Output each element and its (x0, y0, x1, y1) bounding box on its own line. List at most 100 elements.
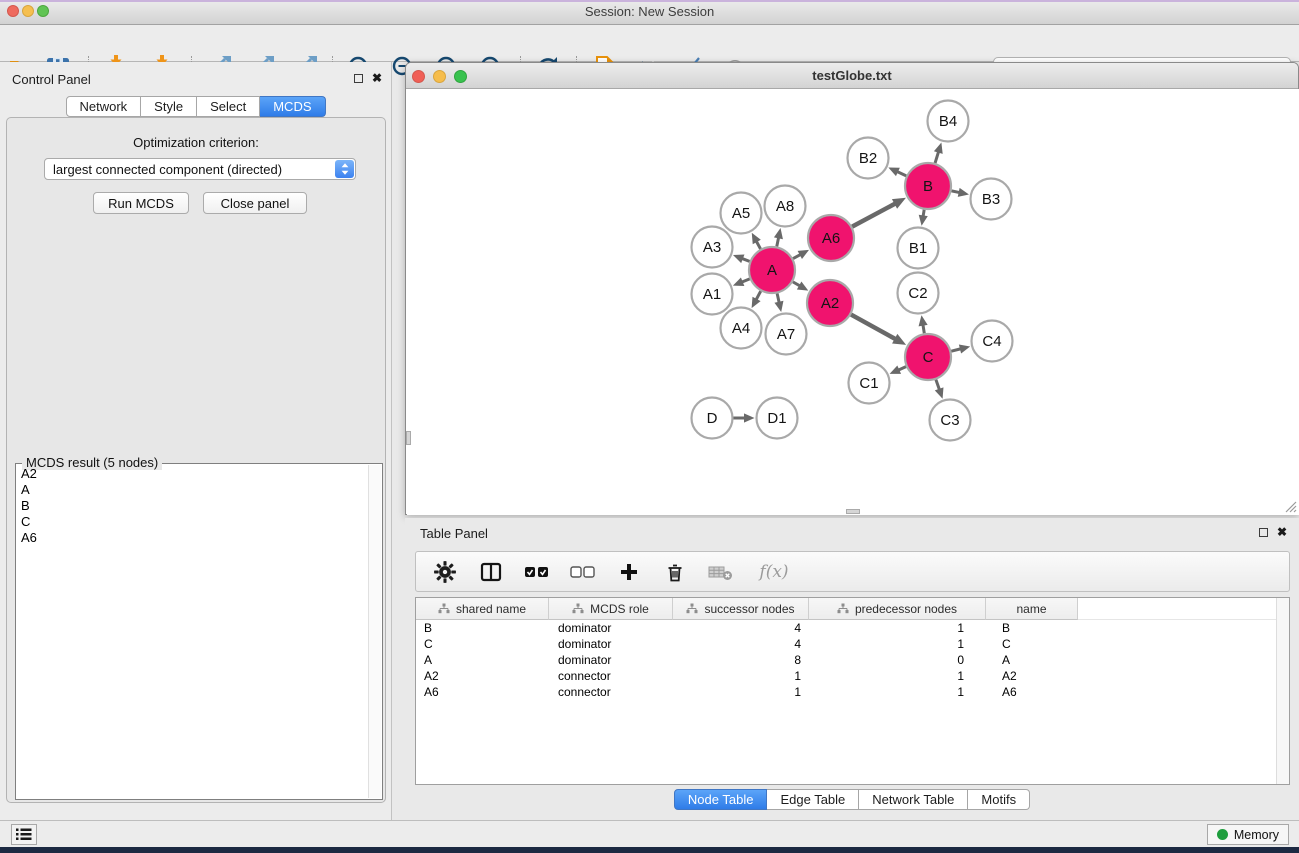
graph-node-A2[interactable]: A2 (807, 280, 853, 326)
graph-edge-D-D1[interactable] (734, 413, 755, 422)
graph-node-C3[interactable]: C3 (930, 400, 971, 441)
graph-edge-B-B1[interactable] (919, 210, 928, 226)
graph-edge-B-B2[interactable] (888, 168, 906, 177)
cell-shared-name[interactable]: A6 (416, 684, 549, 700)
cell-predecessor-nodes[interactable]: 1 (809, 668, 986, 684)
tab-network-table[interactable]: Network Table (859, 789, 968, 810)
mcds-list-scrollbar[interactable] (368, 465, 381, 798)
graph-node-C[interactable]: C (905, 334, 951, 380)
cell-name[interactable]: A (986, 652, 1078, 668)
cell-successor-nodes[interactable]: 4 (673, 620, 809, 636)
column-header-name[interactable]: name (986, 598, 1078, 620)
table-scrollbar[interactable] (1276, 598, 1289, 784)
table-row[interactable]: Bdominator41B (416, 620, 1276, 636)
cell-successor-nodes[interactable]: 1 (673, 668, 809, 684)
graph-node-B3[interactable]: B3 (971, 179, 1012, 220)
cell-predecessor-nodes[interactable]: 0 (809, 652, 986, 668)
graph-edge-A2-C[interactable] (851, 315, 906, 345)
graph-node-B4[interactable]: B4 (928, 101, 969, 142)
graph-node-C4[interactable]: C4 (972, 321, 1013, 362)
cell-name[interactable]: A6 (986, 684, 1078, 700)
cell-name[interactable]: B (986, 620, 1078, 636)
select-all-button[interactable] (522, 557, 552, 587)
close-table-panel-icon[interactable]: ✖ (1277, 527, 1287, 537)
table-row[interactable]: Adominator80A (416, 652, 1276, 668)
task-history-button[interactable] (11, 824, 37, 845)
tab-edge-table[interactable]: Edge Table (767, 789, 859, 810)
column-header-shared-name[interactable]: shared name (416, 598, 549, 620)
float-panel-icon[interactable] (354, 74, 363, 83)
graph-edge-C-C4[interactable] (951, 345, 970, 354)
add-column-button[interactable] (614, 557, 644, 587)
graph-edge-C-C3[interactable] (935, 380, 944, 399)
graph-edge-A-A5[interactable] (752, 233, 761, 249)
column-header-MCDS-role[interactable]: MCDS role (549, 598, 673, 620)
graph-node-B2[interactable]: B2 (848, 138, 889, 179)
cell-predecessor-nodes[interactable]: 1 (809, 684, 986, 700)
graph-edge-A-A6[interactable] (793, 250, 809, 259)
tab-motifs[interactable]: Motifs (968, 789, 1030, 810)
graph-node-D[interactable]: D (692, 398, 733, 439)
graph-edge-B-B3[interactable] (952, 188, 969, 197)
cell-MCDS-role[interactable]: dominator (549, 652, 673, 668)
mcds-result-item[interactable]: A6 (17, 530, 368, 546)
graph-edge-A-A3[interactable] (733, 255, 750, 264)
graph-node-A8[interactable]: A8 (765, 186, 806, 227)
graph-edge-A-A7[interactable] (774, 293, 783, 312)
close-panel-button[interactable]: Close panel (203, 192, 307, 214)
column-view-button[interactable] (476, 557, 506, 587)
criterion-select[interactable]: largest connected component (directed) (44, 158, 356, 180)
graph-node-A4[interactable]: A4 (721, 308, 762, 349)
tab-style[interactable]: Style (141, 96, 197, 117)
graph-node-A1[interactable]: A1 (692, 274, 733, 315)
column-header-predecessor-nodes[interactable]: predecessor nodes (809, 598, 986, 620)
cell-name[interactable]: A2 (986, 668, 1078, 684)
mcds-result-item[interactable]: C (17, 514, 368, 530)
table-settings-button[interactable] (430, 557, 460, 587)
cell-successor-nodes[interactable]: 8 (673, 652, 809, 668)
graph-node-B1[interactable]: B1 (898, 228, 939, 269)
cell-predecessor-nodes[interactable]: 1 (809, 620, 986, 636)
network-canvas[interactable]: B4B2BB3A8A5A6A3B1AC2A1A2A4A7C4CC1DD1C3 (407, 89, 1299, 515)
float-table-panel-icon[interactable] (1259, 528, 1268, 537)
graph-node-A5[interactable]: A5 (721, 193, 762, 234)
mcds-result-item[interactable]: A (17, 482, 368, 498)
resize-grip-bottom[interactable] (846, 509, 860, 514)
table-row[interactable]: A6connector11A6 (416, 684, 1276, 700)
graph-node-A3[interactable]: A3 (692, 227, 733, 268)
graph-edge-A6-B[interactable] (852, 198, 906, 227)
graph-edge-A-A4[interactable] (752, 291, 761, 308)
run-mcds-button[interactable]: Run MCDS (93, 192, 189, 214)
graph-node-A[interactable]: A (749, 247, 795, 293)
cell-MCDS-role[interactable]: connector (549, 668, 673, 684)
graph-edge-C-C1[interactable] (890, 365, 906, 373)
cell-shared-name[interactable]: A2 (416, 668, 549, 684)
graph-edge-C-C2[interactable] (919, 315, 928, 333)
tab-node-table[interactable]: Node Table (674, 789, 768, 810)
tab-network[interactable]: Network (65, 96, 141, 117)
graph-node-A7[interactable]: A7 (766, 314, 807, 355)
network-window-titlebar[interactable]: testGlobe.txt (406, 63, 1298, 89)
graph-edge-B-B4[interactable] (934, 143, 943, 164)
deselect-all-button[interactable] (568, 557, 598, 587)
cell-shared-name[interactable]: C (416, 636, 549, 652)
mcds-result-item[interactable]: A2 (17, 466, 368, 482)
cell-predecessor-nodes[interactable]: 1 (809, 636, 986, 652)
graph-edge-A-A8[interactable] (774, 228, 783, 246)
graph-node-A6[interactable]: A6 (808, 215, 854, 261)
table-row[interactable]: Cdominator41C (416, 636, 1276, 652)
graph-node-D1[interactable]: D1 (757, 398, 798, 439)
cell-shared-name[interactable]: A (416, 652, 549, 668)
cell-successor-nodes[interactable]: 1 (673, 684, 809, 700)
tab-select[interactable]: Select (197, 96, 260, 117)
graph-node-B[interactable]: B (905, 163, 951, 209)
mcds-result-item[interactable]: B (17, 498, 368, 514)
resize-grip-left[interactable] (406, 431, 411, 445)
cell-shared-name[interactable]: B (416, 620, 549, 636)
delete-column-button[interactable] (660, 557, 690, 587)
graph-edge-A-A1[interactable] (733, 277, 750, 286)
column-header-successor-nodes[interactable]: successor nodes (673, 598, 809, 620)
close-panel-icon[interactable]: ✖ (372, 73, 382, 83)
cell-name[interactable]: C (986, 636, 1078, 652)
cell-successor-nodes[interactable]: 4 (673, 636, 809, 652)
